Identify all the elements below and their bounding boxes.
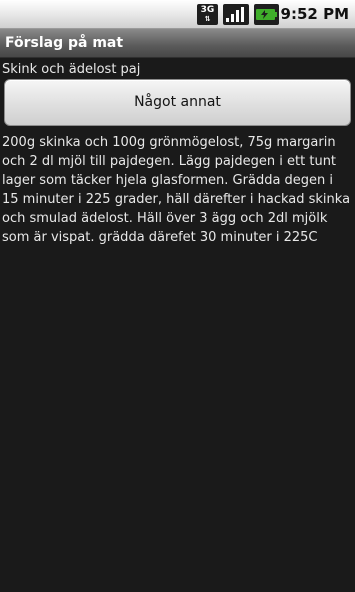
recipe-text: 200g skinka och 100g grönmögelost, 75g m… [2, 135, 351, 245]
status-bar: 3G ⇅ 9:52 PM [0, 0, 355, 29]
network-type-label: 3G [200, 5, 215, 15]
status-time: 9:52 PM [280, 5, 349, 23]
title-bar: Förslag på mat [0, 29, 355, 58]
app-title: Förslag på mat [5, 35, 124, 51]
signal-strength-icon [223, 4, 249, 25]
something-else-button[interactable]: Något annat [4, 79, 351, 126]
dish-name: Skink och ädelost paj [2, 62, 141, 77]
3g-data-icon: 3G ⇅ [197, 4, 218, 25]
battery-charging-icon [254, 4, 279, 25]
data-arrows-icon: ⇅ [204, 15, 211, 23]
phone-screen: 3G ⇅ 9:52 PM Förslag på mat Skink och äd… [0, 0, 355, 592]
